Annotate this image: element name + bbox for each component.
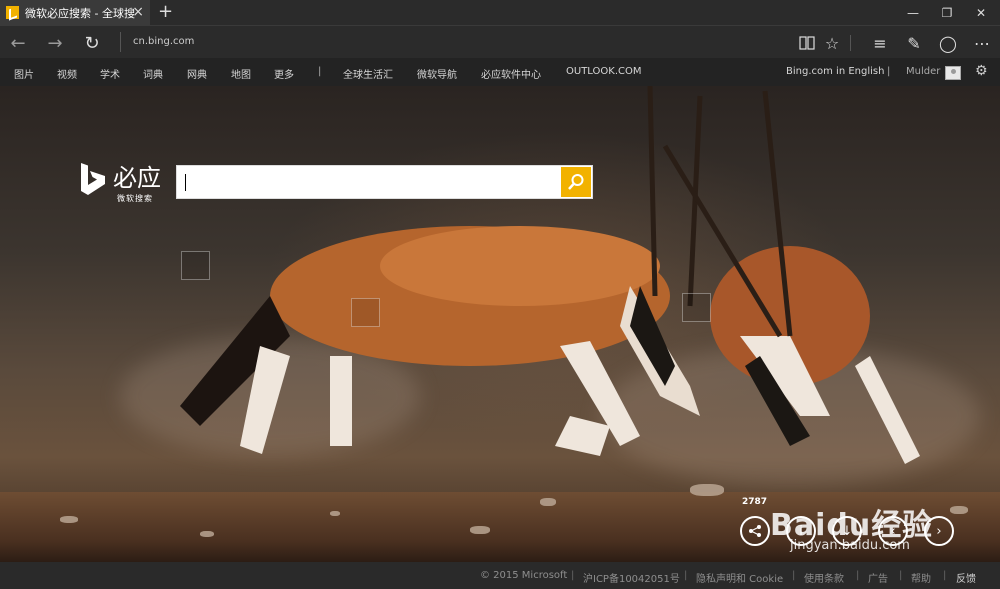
nav-videos[interactable]: 视频 (57, 66, 77, 81)
nav-separator-2: | (887, 66, 891, 77)
toolbar-divider (850, 35, 851, 51)
search-button[interactable] (561, 167, 591, 197)
nav-maps[interactable]: 地图 (231, 66, 251, 81)
footer-separator: | (856, 570, 860, 581)
refresh-icon[interactable]: ↻ (80, 31, 104, 55)
nav-software-center[interactable]: 必应软件中心 (481, 66, 541, 81)
nav-global-life[interactable]: 全球生活汇 (343, 66, 393, 81)
address-bar: ← → ↻ cn.bing.com ☆ ≡ ✎ ◯ ⋯ (0, 25, 1000, 58)
search-icon (568, 174, 584, 190)
background-image (0, 86, 1000, 562)
bing-logo-icon (81, 163, 105, 195)
nav-dictionary[interactable]: 词典 (143, 66, 163, 81)
tab-close-icon[interactable]: × (132, 4, 144, 20)
share-count: 2787 (742, 497, 768, 507)
bing-favicon-icon (6, 6, 19, 19)
baidu-watermark-url: jingyan.baidu.com (790, 538, 910, 553)
back-icon[interactable]: ← (6, 31, 30, 55)
footer-ads-link[interactable]: 广告 (868, 570, 888, 585)
footer-terms-link[interactable]: 使用条款 (804, 570, 844, 585)
chevron-right-icon: › (936, 523, 942, 539)
title-bar: 微软必应搜索 - 全球搜索 × + — ❐ ✕ (0, 0, 1000, 25)
avatar[interactable] (945, 66, 961, 80)
footer-privacy-link[interactable]: 隐私声明和 Cookie (696, 570, 783, 585)
new-tab-button[interactable]: + (158, 2, 173, 22)
pebble (690, 484, 724, 496)
browser-tab[interactable]: 微软必应搜索 - 全球搜索 × (0, 0, 150, 25)
bing-english-link[interactable]: Bing.com in English (786, 66, 884, 77)
footer-separator: | (571, 570, 575, 581)
footer-feedback-link[interactable]: 反馈 (956, 570, 976, 585)
footer-separator: | (899, 570, 903, 581)
bing-logo-text: 必应 (113, 164, 161, 192)
footer-help-link[interactable]: 帮助 (911, 570, 931, 585)
user-name[interactable]: Mulder (906, 66, 940, 77)
nav-ms-guide[interactable]: 微软导航 (417, 66, 457, 81)
share-image-button[interactable] (740, 516, 770, 546)
pebble (950, 506, 968, 514)
share-icon[interactable]: ◯ (936, 31, 960, 55)
pebble (540, 498, 556, 506)
share-icon (749, 525, 761, 537)
nav-separator: | (318, 66, 322, 77)
bing-logo-subtitle: 微软搜索 (117, 194, 153, 203)
search-input[interactable] (177, 166, 563, 198)
reading-view-icon[interactable] (795, 31, 819, 55)
web-note-icon[interactable]: ✎ (902, 31, 926, 55)
pebble (60, 516, 78, 523)
gear-icon[interactable]: ⚙ (975, 63, 988, 79)
text-caret (185, 174, 186, 191)
image-hotspot[interactable] (181, 251, 210, 280)
url-field[interactable]: cn.bing.com (120, 32, 194, 52)
nav-wangdian[interactable]: 网典 (187, 66, 207, 81)
more-icon[interactable]: ⋯ (970, 31, 994, 55)
pebble (330, 511, 340, 516)
window-close-button[interactable]: ✕ (964, 0, 998, 25)
nav-outlook[interactable]: OUTLOOK.COM (566, 66, 641, 77)
nav-academic[interactable]: 学术 (100, 66, 120, 81)
footer: © 2015 Microsoft | 沪ICP备10042051号 | 隐私声明… (0, 562, 1000, 589)
oryx-illustration (180, 86, 920, 464)
tab-title: 微软必应搜索 - 全球搜索 (25, 6, 135, 20)
forward-icon[interactable]: → (43, 31, 67, 55)
hub-icon[interactable]: ≡ (868, 31, 892, 55)
image-hotspot[interactable] (682, 293, 711, 322)
minimize-button[interactable]: — (896, 0, 930, 25)
footer-copyright: © 2015 Microsoft (480, 570, 568, 581)
image-hotspot[interactable] (351, 298, 380, 327)
footer-separator: | (792, 570, 796, 581)
favorite-star-icon[interactable]: ☆ (820, 31, 844, 55)
footer-separator: | (943, 570, 947, 581)
nav-more[interactable]: 更多 (274, 66, 294, 81)
search-box (176, 165, 593, 199)
nav-images[interactable]: 图片 (14, 66, 34, 81)
restore-button[interactable]: ❐ (930, 0, 964, 25)
footer-icp-link[interactable]: 沪ICP备10042051号 (583, 570, 680, 585)
pebble (470, 526, 490, 534)
footer-separator: | (684, 570, 688, 581)
bing-nav-bar: 图片 视频 学术 词典 网典 地图 更多 | 全球生活汇 微软导航 必应软件中心… (0, 58, 1000, 86)
pebble (200, 531, 214, 537)
